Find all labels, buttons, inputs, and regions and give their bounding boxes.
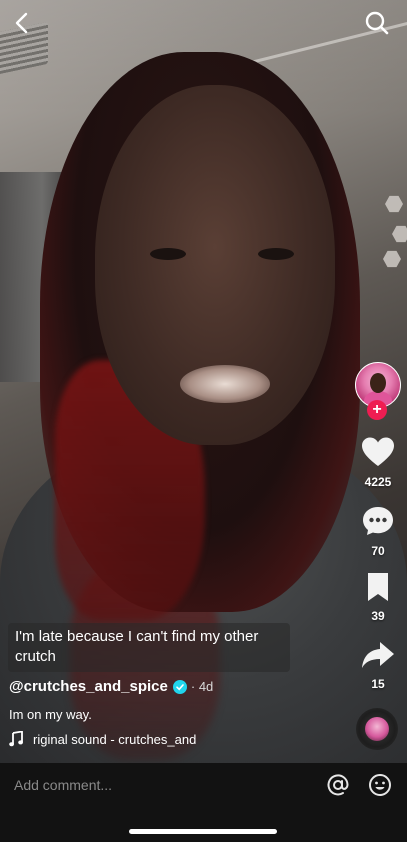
background-hex-light <box>392 225 407 243</box>
share-arrow-icon <box>362 642 394 668</box>
emoji-icon <box>369 774 391 796</box>
share-button[interactable]: 15 <box>358 640 398 691</box>
favorite-button[interactable]: 39 <box>358 572 398 623</box>
share-count: 15 <box>371 677 385 691</box>
comment-count: 70 <box>371 544 385 558</box>
background-hex-light <box>383 250 401 268</box>
bookmark-icon <box>368 573 388 601</box>
like-count: 4225 <box>364 475 392 489</box>
sound-name: riginal sound - crutches_and <box>33 731 197 747</box>
sound-link[interactable]: riginal sound - crutches_and <box>9 731 209 747</box>
comments-button[interactable]: 70 <box>358 505 398 558</box>
creator-avatar[interactable]: + <box>355 362 401 420</box>
back-button[interactable] <box>10 10 36 36</box>
music-disc-icon <box>365 717 389 741</box>
video-text-overlay: I'm late because I can't find my other c… <box>8 623 290 672</box>
home-indicator[interactable] <box>129 829 277 834</box>
search-icon <box>365 11 389 35</box>
emoji-button[interactable] <box>368 773 392 797</box>
heart-icon <box>362 437 394 466</box>
mention-button[interactable] <box>326 773 350 797</box>
post-description: Im on my way. <box>9 707 92 722</box>
music-note-icon <box>9 731 23 747</box>
at-sign-icon <box>327 774 349 796</box>
comment-bar <box>0 763 407 842</box>
follow-button[interactable]: + <box>367 400 387 420</box>
comment-bubble-icon <box>363 507 393 535</box>
person-eye <box>150 248 186 260</box>
like-button[interactable]: 4225 <box>358 436 398 489</box>
comment-input[interactable] <box>14 777 294 793</box>
person-eye <box>258 248 294 260</box>
search-button[interactable] <box>364 10 390 36</box>
username-link[interactable]: @crutches_and_spice <box>9 678 168 695</box>
background-hex-light <box>385 195 403 213</box>
person-mouth <box>180 365 270 403</box>
chevron-left-icon <box>15 12 28 34</box>
verified-badge-icon <box>172 679 187 694</box>
post-age: · 4d <box>190 679 214 694</box>
sound-disc-button[interactable] <box>356 708 398 750</box>
plus-icon: + <box>372 401 382 418</box>
favorite-count: 39 <box>371 609 385 623</box>
author-row: @crutches_and_spice · 4d <box>9 678 213 695</box>
